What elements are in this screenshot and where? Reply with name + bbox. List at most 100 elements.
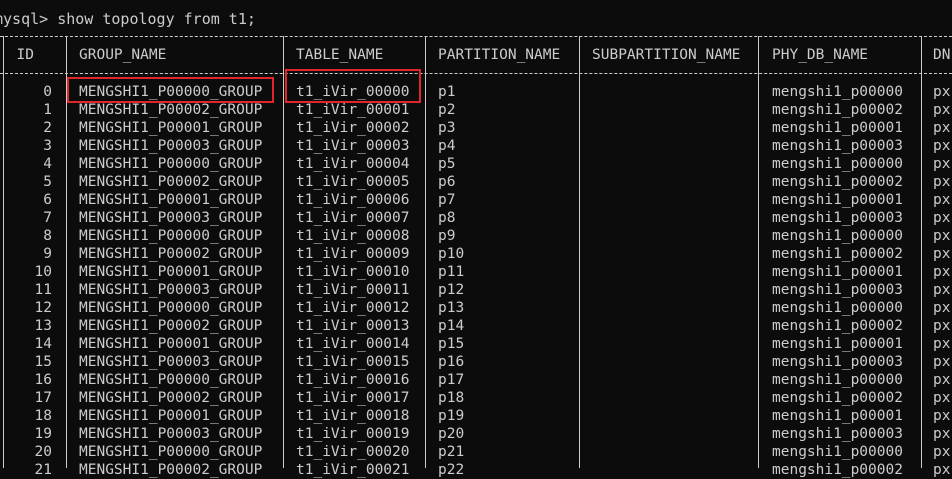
cell-group-name: MENGSHI1_P00002_GROUP [79, 246, 263, 262]
cell-phy-db-name: mengshi1_p00002 [772, 174, 903, 190]
cell-dn: px [933, 444, 951, 460]
column-separator [921, 36, 922, 468]
cell-phy-db-name: mengshi1_p00000 [772, 228, 903, 244]
cell-partition-name: p13 [438, 300, 465, 316]
cell-dn: px [933, 246, 951, 262]
cell-id: 19 [34, 426, 52, 442]
cell-group-name: MENGSHI1_P00003_GROUP [79, 426, 263, 442]
cell-dn: px [933, 282, 951, 298]
cell-dn: px [933, 156, 951, 172]
cell-dn: px [933, 408, 951, 424]
cell-id: 12 [34, 300, 52, 316]
cell-partition-name: p2 [438, 102, 456, 118]
cell-partition-name: p17 [438, 372, 465, 388]
cell-phy-db-name: mengshi1_p00003 [772, 282, 903, 298]
cell-id: 1 [43, 102, 52, 118]
cell-partition-name: p7 [438, 192, 456, 208]
cell-phy-db-name: mengshi1_p00001 [772, 120, 903, 136]
cell-group-name: MENGSHI1_P00003_GROUP [79, 138, 263, 154]
cell-group-name: MENGSHI1_P00001_GROUP [79, 336, 263, 352]
table-border-header [0, 73, 952, 75]
cell-group-name: MENGSHI1_P00000_GROUP [79, 156, 263, 172]
cell-table-name: t1_iVir_00007 [296, 210, 410, 226]
cell-group-name: MENGSHI1_P00002_GROUP [79, 174, 263, 190]
cell-phy-db-name: mengshi1_p00001 [772, 336, 903, 352]
cell-id: 13 [34, 318, 52, 334]
cell-table-name: t1_iVir_00013 [296, 318, 410, 334]
cell-partition-name: p5 [438, 156, 456, 172]
cell-dn: px [933, 120, 951, 136]
cell-group-name: MENGSHI1_P00003_GROUP [79, 210, 263, 226]
cell-phy-db-name: mengshi1_p00000 [772, 300, 903, 316]
cell-dn: px [933, 192, 951, 208]
table-border-top [0, 36, 952, 38]
cell-table-name: t1_iVir_00019 [296, 426, 410, 442]
cell-dn: px [933, 318, 951, 334]
cell-group-name: MENGSHI1_P00002_GROUP [79, 462, 263, 478]
cell-phy-db-name: mengshi1_p00002 [772, 390, 903, 406]
cell-table-name: t1_iVir_00005 [296, 174, 410, 190]
header-table-name: TABLE_NAME [296, 47, 384, 63]
cell-id: 16 [34, 372, 52, 388]
cell-group-name: MENGSHI1_P00000_GROUP [79, 228, 263, 244]
cell-phy-db-name: mengshi1_p00001 [772, 192, 903, 208]
cell-table-name: t1_iVir_00015 [296, 354, 410, 370]
cell-phy-db-name: mengshi1_p00001 [772, 408, 903, 424]
cell-dn: px [933, 138, 951, 154]
cell-phy-db-name: mengshi1_p00002 [772, 102, 903, 118]
cell-id: 2 [43, 120, 52, 136]
cell-table-name: t1_iVir_00014 [296, 336, 410, 352]
cell-dn: px [933, 174, 951, 190]
cell-partition-name: p15 [438, 336, 465, 352]
cell-id: 5 [43, 174, 52, 190]
header-group-name: GROUP_NAME [79, 47, 167, 63]
cell-id: 7 [43, 210, 52, 226]
cell-dn: px [933, 354, 951, 370]
cell-dn: px [933, 426, 951, 442]
cell-partition-name: p8 [438, 210, 456, 226]
cell-table-name: t1_iVir_00003 [296, 138, 410, 154]
cell-phy-db-name: mengshi1_p00003 [772, 210, 903, 226]
cell-group-name: MENGSHI1_P00001_GROUP [79, 120, 263, 136]
cell-group-name: MENGSHI1_P00000_GROUP [79, 372, 263, 388]
cell-group-name: MENGSHI1_P00001_GROUP [79, 408, 263, 424]
cell-partition-name: p21 [438, 444, 465, 460]
column-separator [579, 36, 580, 468]
cell-group-name: MENGSHI1_P00000_GROUP [79, 300, 263, 316]
header-id: ID [16, 47, 34, 63]
cell-table-name: t1_iVir_00008 [296, 228, 410, 244]
cell-id: 4 [43, 156, 52, 172]
cell-dn: px [933, 390, 951, 406]
cell-id: 17 [34, 390, 52, 406]
cell-partition-name: p19 [438, 408, 465, 424]
cell-phy-db-name: mengshi1_p00003 [772, 354, 903, 370]
highlight-group-name [67, 77, 274, 103]
cell-table-name: t1_iVir_00009 [296, 246, 410, 262]
cell-dn: px [933, 462, 951, 478]
cell-id: 20 [34, 444, 52, 460]
cell-id: 18 [34, 408, 52, 424]
cell-id: 11 [34, 282, 52, 298]
cell-group-name: MENGSHI1_P00003_GROUP [79, 354, 263, 370]
cell-id: 15 [34, 354, 52, 370]
cell-partition-name: p1 [438, 84, 456, 100]
cell-table-name: t1_iVir_00010 [296, 264, 410, 280]
cell-partition-name: p11 [438, 264, 465, 280]
cell-partition-name: p20 [438, 426, 465, 442]
cell-group-name: MENGSHI1_P00000_GROUP [79, 444, 263, 460]
cell-table-name: t1_iVir_00021 [296, 462, 410, 478]
header-phy-db-name: PHY_DB_NAME [772, 47, 869, 63]
cell-phy-db-name: mengshi1_p00002 [772, 462, 903, 478]
cell-group-name: MENGSHI1_P00001_GROUP [79, 192, 263, 208]
cell-group-name: MENGSHI1_P00003_GROUP [79, 282, 263, 298]
cell-table-name: t1_iVir_00016 [296, 372, 410, 388]
cell-phy-db-name: mengshi1_p00000 [772, 156, 903, 172]
column-separator [758, 36, 759, 468]
cell-partition-name: p6 [438, 174, 456, 190]
cell-partition-name: p4 [438, 138, 456, 154]
cell-partition-name: p9 [438, 228, 456, 244]
cell-dn: px [933, 210, 951, 226]
cell-partition-name: p3 [438, 120, 456, 136]
cell-id: 8 [43, 228, 52, 244]
cell-group-name: MENGSHI1_P00001_GROUP [79, 264, 263, 280]
